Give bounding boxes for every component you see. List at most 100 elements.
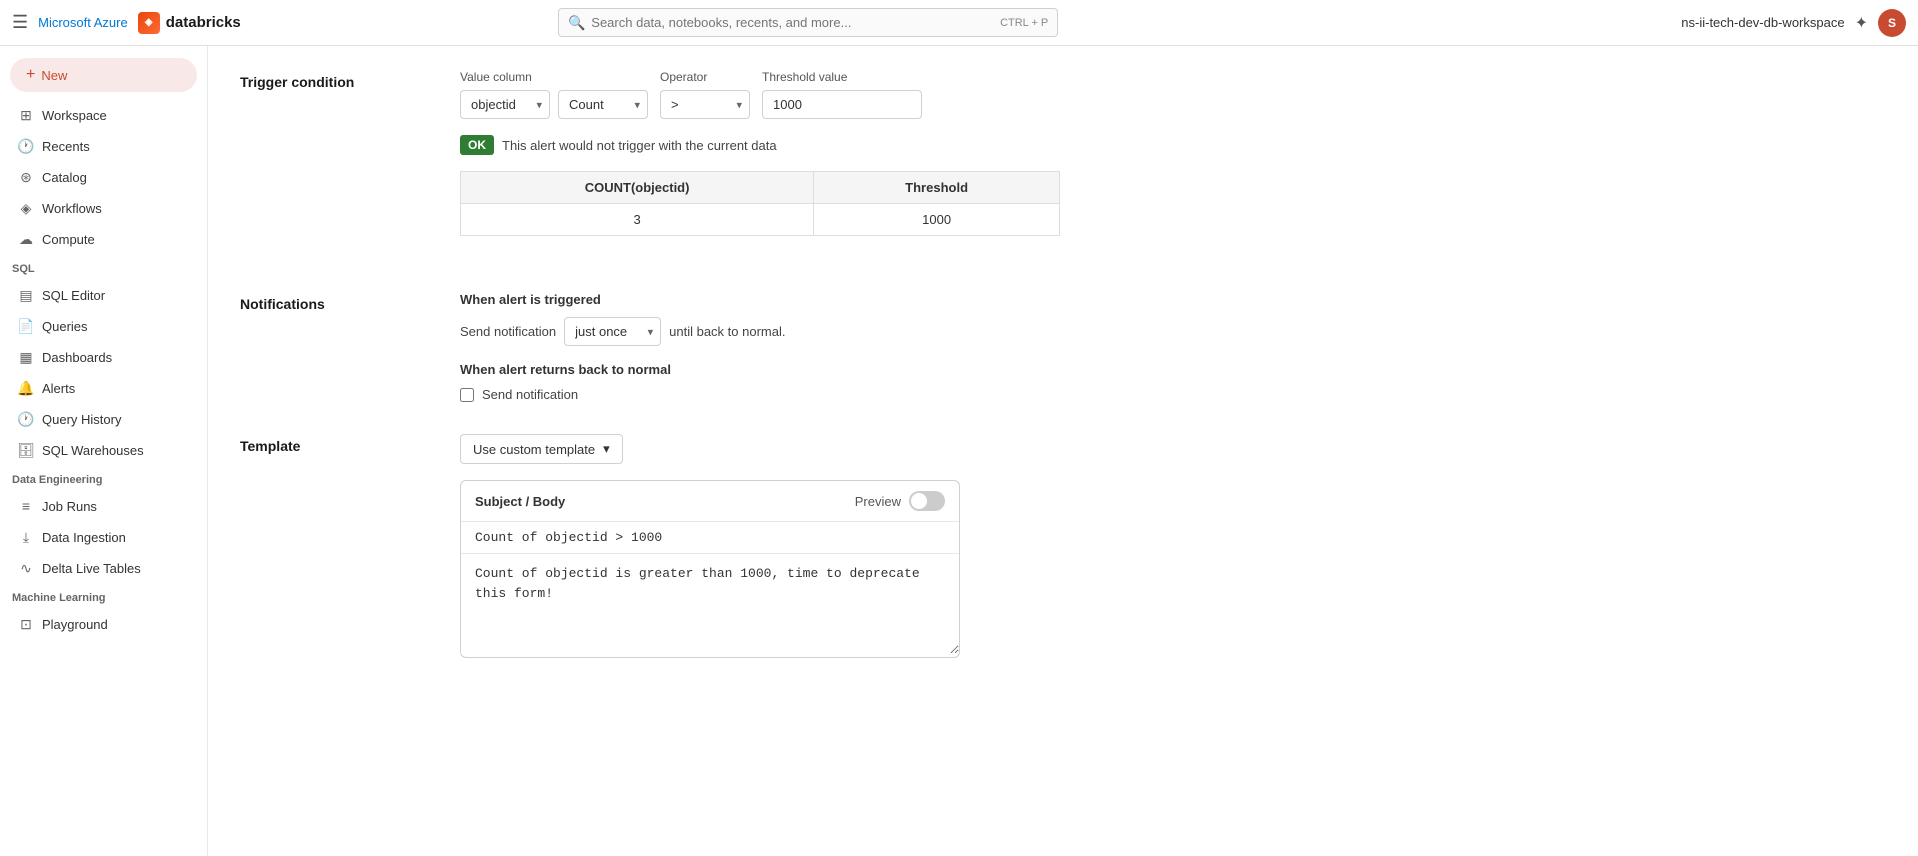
search-icon: 🔍 [568, 14, 585, 31]
preview-toggle[interactable] [909, 491, 945, 511]
data-ingestion-icon: ⤓ [18, 529, 34, 545]
databricks-logo: ◈ databricks [138, 12, 241, 34]
body-textarea[interactable]: Count of objectid is greater than 1000, … [461, 554, 959, 654]
sidebar-item-playground[interactable]: ⊡ Playground [6, 609, 201, 639]
sidebar-item-recents[interactable]: 🕐 Recents [6, 131, 201, 161]
plus-icon: + [26, 66, 35, 84]
aggregate-select[interactable]: Count Sum Avg Min Max [558, 90, 648, 119]
send-notification-label: Send notification [460, 324, 556, 339]
operator-select-wrapper: > >= < <= = ▾ [660, 90, 750, 119]
operator-label: Operator [660, 70, 750, 84]
avatar[interactable]: S [1878, 9, 1906, 37]
value-column-row: Value column objectid name id ▾ [460, 70, 1886, 119]
search-shortcut: CTRL + P [1000, 17, 1048, 29]
preview-row: Preview [855, 491, 945, 511]
send-notification-checkbox-row: Send notification [460, 387, 1886, 402]
operator-select[interactable]: > >= < <= = [660, 90, 750, 119]
column-field-group: Value column objectid name id ▾ [460, 70, 648, 119]
threshold-label: Threshold value [762, 70, 922, 84]
template-chevron-icon: ▾ [603, 441, 610, 457]
sql-section-label: SQL [0, 255, 207, 279]
sidebar: + New ⊞ Workspace 🕐 Recents ⊛ Catalog ◈ … [0, 46, 208, 856]
azure-logo: Microsoft Azure [38, 15, 128, 30]
threshold-field-group: Threshold value [762, 70, 922, 119]
main-layout: + New ⊞ Workspace 🕐 Recents ⊛ Catalog ◈ … [0, 46, 1918, 856]
workflows-icon: ◈ [18, 200, 34, 216]
sidebar-item-job-runs[interactable]: ≡ Job Runs [6, 491, 201, 521]
send-notification-checkbox[interactable] [460, 388, 474, 402]
when-triggered-label: When alert is triggered [460, 292, 1886, 307]
when-back-normal-label: When alert returns back to normal [460, 362, 1886, 377]
topbar-left: ☰ Microsoft Azure ◈ databricks [12, 12, 241, 34]
workspace-name: ns-ii-tech-dev-db-workspace [1681, 15, 1844, 30]
sidebar-item-delta-live-tables[interactable]: ∿ Delta Live Tables [6, 553, 201, 583]
table-col1-header: COUNT(objectid) [461, 172, 814, 204]
notifications-content: When alert is triggered Send notificatio… [460, 292, 1886, 402]
subject-input[interactable] [461, 522, 959, 554]
playground-icon: ⊡ [18, 616, 34, 632]
sidebar-item-sql-warehouses[interactable]: 🗄 SQL Warehouses [6, 435, 201, 465]
subject-body-title: Subject / Body [475, 494, 565, 509]
search-bar: 🔍 CTRL + P [558, 8, 1058, 37]
frequency-select[interactable]: just once each time daily [564, 317, 661, 346]
settings-icon[interactable]: ✦ [1855, 13, 1868, 33]
trigger-condition-section: Trigger condition Value column objectid … [240, 70, 1886, 260]
sidebar-item-alerts[interactable]: 🔔 Alerts [6, 373, 201, 403]
notifications-title: Notifications [240, 296, 460, 312]
subject-body-card: Subject / Body Preview Count of objectid… [460, 480, 960, 658]
value-column-label: Value column [460, 70, 648, 84]
sidebar-item-queries[interactable]: 📄 Queries [6, 311, 201, 341]
catalog-icon: ⊛ [18, 169, 34, 185]
notifications-section: Notifications When alert is triggered Se… [240, 292, 1886, 402]
ml-section-label: Machine Learning [0, 584, 207, 608]
delta-live-tables-icon: ∿ [18, 560, 34, 576]
column-select-wrapper: objectid name id ▾ [460, 90, 550, 119]
topbar: ☰ Microsoft Azure ◈ databricks 🔍 CTRL + … [0, 0, 1918, 46]
hamburger-icon[interactable]: ☰ [12, 12, 28, 33]
alert-info: OK This alert would not trigger with the… [460, 135, 1886, 155]
template-section: Template Use custom template ▾ Subject /… [240, 434, 1886, 658]
use-custom-template-button[interactable]: Use custom template ▾ [460, 434, 623, 464]
ok-badge: OK [460, 135, 494, 155]
table-col2-header: Threshold [814, 172, 1060, 204]
sidebar-item-data-ingestion[interactable]: ⤓ Data Ingestion [6, 522, 201, 552]
sql-editor-icon: ▤ [18, 287, 34, 303]
preview-label: Preview [855, 494, 901, 509]
until-back-text: until back to normal. [669, 324, 785, 339]
trigger-condition-title: Trigger condition [240, 74, 460, 90]
notifications-label-col: Notifications [240, 292, 460, 402]
query-history-icon: 🕐 [18, 411, 34, 427]
frequency-select-wrapper: just once each time daily ▾ [564, 317, 661, 346]
dashboards-icon: ▦ [18, 349, 34, 365]
queries-icon: 📄 [18, 318, 34, 334]
column-select[interactable]: objectid name id [460, 90, 550, 119]
threshold-input[interactable] [762, 90, 922, 119]
workspace-icon: ⊞ [18, 107, 34, 123]
job-runs-icon: ≡ [18, 498, 34, 514]
operator-field-group: Operator > >= < <= = ▾ [660, 70, 750, 119]
table-col1-value: 3 [461, 204, 814, 236]
subject-body-header: Subject / Body Preview [461, 481, 959, 522]
de-section-label: Data Engineering [0, 466, 207, 490]
trigger-condition-content: Value column objectid name id ▾ [460, 70, 1886, 260]
sidebar-item-workspace[interactable]: ⊞ Workspace [6, 100, 201, 130]
alert-info-text: This alert would not trigger with the cu… [502, 138, 777, 153]
trigger-condition-table: COUNT(objectid) Threshold 3 1000 [460, 171, 1060, 236]
sidebar-item-sql-editor[interactable]: ▤ SQL Editor [6, 280, 201, 310]
sidebar-item-catalog[interactable]: ⊛ Catalog [6, 162, 201, 192]
search-input[interactable] [558, 8, 1058, 37]
alerts-icon: 🔔 [18, 380, 34, 396]
table-col2-value: 1000 [814, 204, 1060, 236]
new-button[interactable]: + New [10, 58, 197, 92]
sql-warehouses-icon: 🗄 [18, 442, 34, 458]
sidebar-item-compute[interactable]: ☁ Compute [6, 224, 201, 254]
template-content: Use custom template ▾ Subject / Body Pre… [460, 434, 1886, 658]
trigger-condition-label-col: Trigger condition [240, 70, 460, 260]
sidebar-item-dashboards[interactable]: ▦ Dashboards [6, 342, 201, 372]
sidebar-item-workflows[interactable]: ◈ Workflows [6, 193, 201, 223]
recents-icon: 🕐 [18, 138, 34, 154]
aggregate-select-wrapper: Count Sum Avg Min Max ▾ [558, 90, 648, 119]
template-title: Template [240, 438, 460, 454]
sidebar-item-query-history[interactable]: 🕐 Query History [6, 404, 201, 434]
content-area: Trigger condition Value column objectid … [208, 46, 1918, 856]
